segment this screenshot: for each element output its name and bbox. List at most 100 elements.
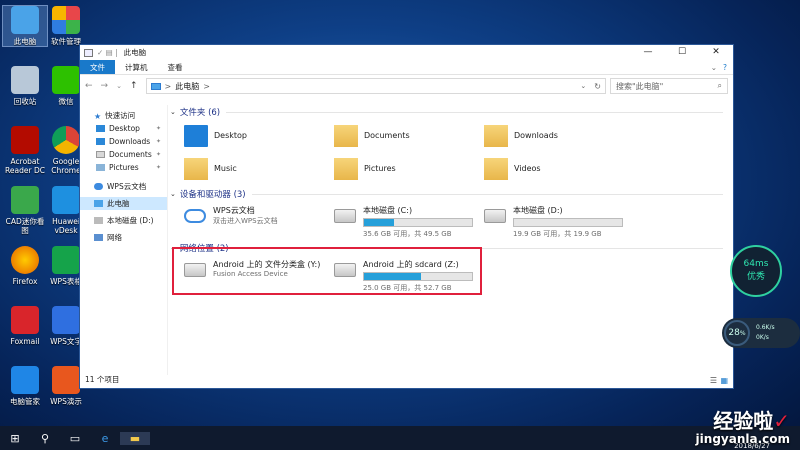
cpu-gauge: 28% (724, 320, 750, 346)
tab-view[interactable]: 查看 (158, 60, 193, 74)
address-row: ← → ⌄ ↑ > 此电脑 > ⌄ ↻ 搜索"此电脑" ⌕ (80, 75, 733, 97)
details-view-icon[interactable]: ☰ (710, 376, 717, 385)
task-view-icon[interactable]: ▭ (60, 432, 90, 445)
file-explorer-icon[interactable]: ▬ (120, 431, 150, 445)
folder-grid: Desktop Documents Downloads Music Pictur… (170, 119, 723, 185)
minimize-button[interactable]: — (631, 45, 665, 60)
desktop-icon-foxmail[interactable]: Foxmail (3, 306, 47, 346)
pictures-icon (96, 164, 105, 171)
edge-icon[interactable]: e (90, 432, 120, 445)
divider (251, 193, 723, 195)
breadcrumb[interactable]: 此电脑 (175, 81, 199, 92)
desktop-icon-acrobat[interactable]: Acrobat Reader DC (3, 126, 47, 175)
nav-item-wps-cloud[interactable]: WPS云文档 (80, 180, 167, 193)
desktop-icon-recycle-bin[interactable]: 回收站 (3, 66, 47, 106)
acrobat-icon (11, 126, 39, 154)
foxmail-icon (11, 306, 39, 334)
computer-icon (94, 200, 103, 207)
checkmark-icon: ✓ (773, 409, 790, 433)
network-speed-widget[interactable]: 64ms 优秀 (730, 245, 782, 297)
search-input[interactable]: 搜索"此电脑" ⌕ (610, 78, 728, 94)
nav-item-pictures[interactable]: Pictures ✦ (80, 161, 167, 174)
nav-item-drive-d[interactable]: 本地磁盘 (D:) (80, 214, 167, 227)
drive-item-d[interactable]: 本地磁盘 (D:) 19.9 GB 可用，共 19.9 GB (484, 205, 654, 238)
divider (226, 111, 723, 113)
chrome-icon (52, 126, 80, 154)
wps-writer-icon (52, 306, 80, 334)
highlight-box (172, 247, 482, 295)
window-controls: — ☐ ✕ (631, 45, 733, 60)
drive-item-c[interactable]: 本地磁盘 (C:) 35.6 GB 可用，共 49.5 GB (334, 205, 484, 238)
pc-manager-icon (11, 366, 39, 394)
cloud-icon (184, 209, 206, 223)
recycle-bin-icon (11, 66, 39, 94)
drive-item-wps-cloud[interactable]: WPS云文档 双击进入WPS云文档 (184, 205, 334, 237)
downloads-icon (96, 138, 105, 145)
cpu-speed-widget[interactable]: 28% 0.6K/s 0K/s (722, 318, 800, 348)
folder-item-pictures[interactable]: Pictures (334, 156, 484, 181)
desktop-folder-icon (184, 124, 208, 147)
tab-file[interactable]: 文件 (80, 60, 115, 74)
up-button[interactable]: ↑ (130, 81, 138, 91)
forward-button[interactable]: → (101, 81, 109, 91)
folder-item-documents[interactable]: Documents (334, 123, 484, 148)
group-header-drives[interactable]: ⌄ 设备和驱动器 (3) (170, 187, 723, 201)
refresh-icon[interactable]: ↻ (594, 82, 601, 91)
help-button[interactable]: ? (723, 60, 733, 74)
nav-item-quick-access[interactable]: ★ 快速访问 (80, 109, 167, 122)
address-bar[interactable]: > 此电脑 > ⌄ ↻ (145, 78, 606, 94)
nav-item-network[interactable]: 网络 (80, 231, 167, 244)
address-dropdown-icon[interactable]: ⌄ (580, 82, 586, 90)
navigation-pane: ★ 快速访问 Desktop ✦ Downloads ✦ Documents ✦ Pic… (80, 105, 168, 375)
nav-item-downloads[interactable]: Downloads ✦ (80, 135, 167, 148)
desktop-icon-firefox[interactable]: Firefox (3, 246, 47, 286)
documents-icon (96, 151, 105, 158)
folder-item-downloads[interactable]: Downloads (484, 123, 634, 148)
desktop-icon-cad-viewer[interactable]: CAD迷你看图 (3, 186, 47, 235)
videos-folder-icon (484, 157, 508, 180)
software-manager-icon (52, 6, 80, 34)
usage-fill (364, 219, 395, 226)
folder-item-desktop[interactable]: Desktop (184, 123, 334, 148)
chevron-down-icon[interactable]: ⌄ (711, 60, 723, 74)
nav-item-desktop[interactable]: Desktop ✦ (80, 122, 167, 135)
pin-icon: ✦ (155, 151, 161, 158)
search-icon[interactable]: ⚲ (30, 432, 60, 445)
vdesk-icon (52, 186, 80, 214)
firefox-icon (11, 246, 39, 274)
tab-computer[interactable]: 计算机 (115, 60, 158, 74)
computer-icon (11, 6, 39, 34)
tiles-view-icon[interactable]: ▦ (720, 376, 728, 385)
close-button[interactable]: ✕ (699, 45, 733, 60)
breadcrumb-chevron[interactable]: > (203, 82, 210, 91)
title-bar: ✓ ▤ | 此电脑 — ☐ ✕ (80, 45, 733, 60)
desktop-icon-pc-manager[interactable]: 电脑管家 (3, 366, 47, 406)
pictures-folder-icon (334, 157, 358, 180)
nav-item-this-pc[interactable]: 此电脑 (80, 197, 167, 210)
music-folder-icon (184, 157, 208, 180)
pin-icon: ✦ (155, 138, 161, 145)
group-header-folders[interactable]: ⌄ 文件夹 (6) (170, 105, 723, 119)
cad-icon (11, 186, 39, 214)
watermark: 经验啦✓ jingyanla.com (695, 409, 790, 446)
pin-icon: ✦ (155, 125, 161, 132)
back-button[interactable]: ← (85, 81, 93, 91)
computer-icon (150, 82, 161, 90)
folder-item-videos[interactable]: Videos (484, 156, 634, 181)
quick-access-toolbar-icon[interactable]: ✓ ▤ | (97, 48, 118, 57)
chevron-down-icon: ⌄ (170, 190, 176, 198)
window-icon (84, 48, 93, 57)
search-placeholder: 搜索"此电脑" (616, 81, 664, 91)
chevron-down-icon: ⌄ (170, 108, 176, 116)
desktop-icon-software-manager[interactable]: 软件管理 (44, 6, 88, 46)
desktop-folder-icon (96, 125, 105, 132)
start-button[interactable]: ⊞ (0, 432, 30, 445)
ribbon-tabs: 文件 计算机 查看 ⌄ ? (80, 60, 733, 75)
maximize-button[interactable]: ☐ (665, 45, 699, 60)
wps-sheets-icon (52, 246, 80, 274)
nav-item-documents[interactable]: Documents ✦ (80, 148, 167, 161)
folder-item-music[interactable]: Music (184, 156, 334, 181)
window-title: 此电脑 (123, 48, 147, 57)
recent-chevron-icon[interactable]: ⌄ (116, 82, 122, 90)
desktop-icon-this-pc[interactable]: 此电脑 (2, 5, 48, 47)
